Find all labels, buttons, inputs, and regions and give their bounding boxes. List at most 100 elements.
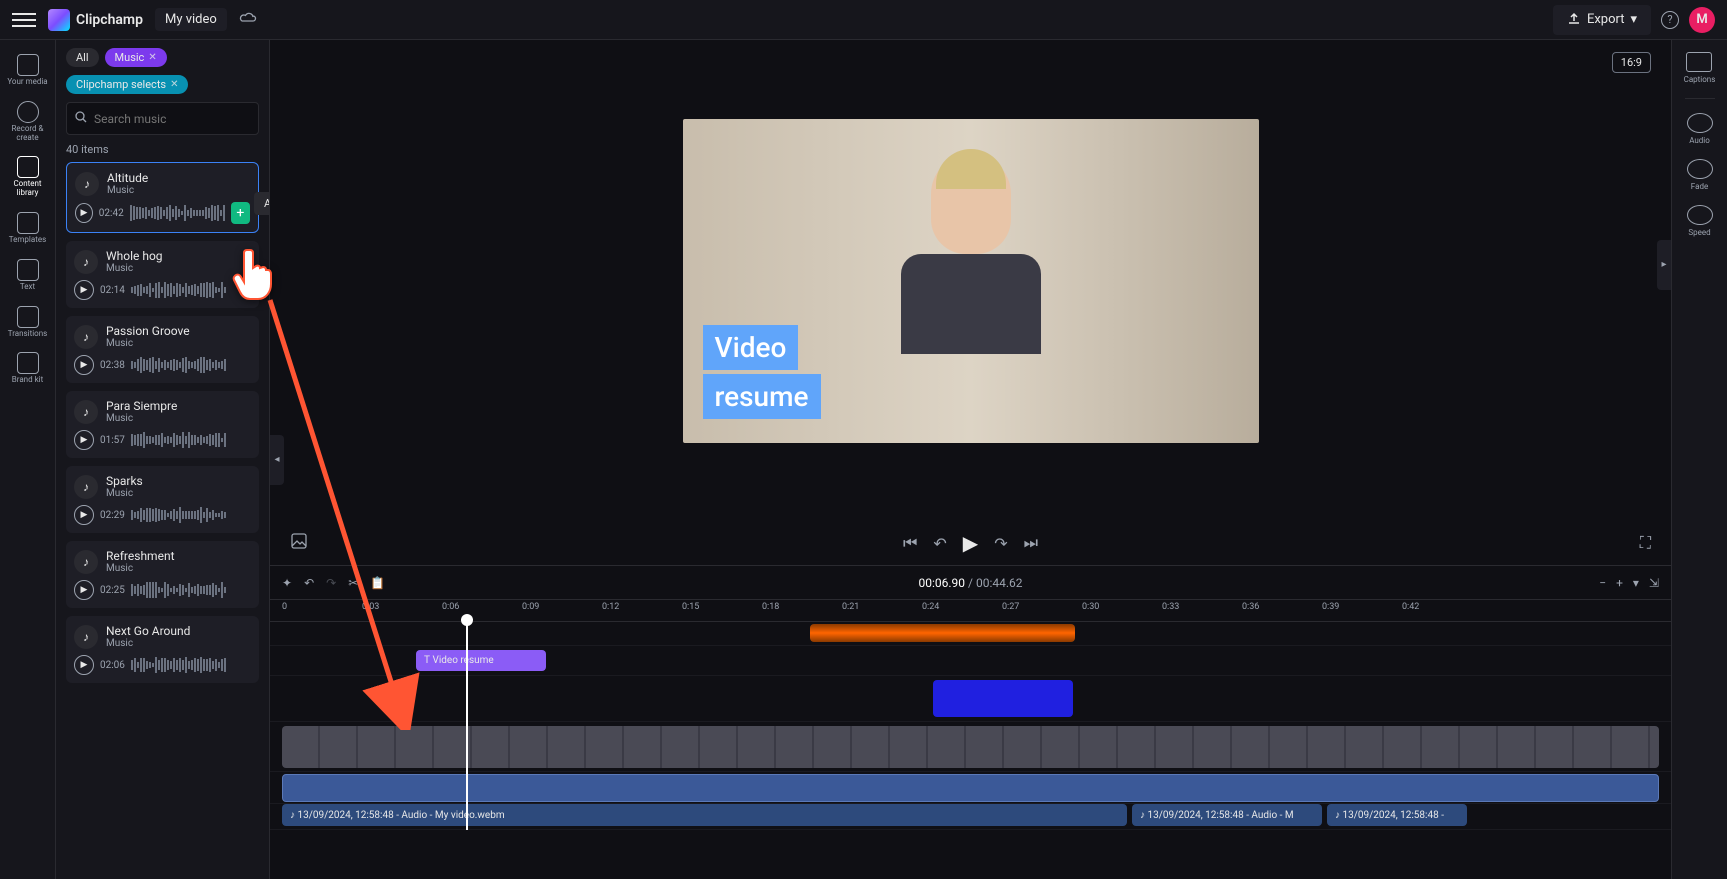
rewind-5-button[interactable]: ↶ xyxy=(933,534,946,553)
app-name: Clipchamp xyxy=(76,12,143,28)
add-to-timeline-button[interactable]: + xyxy=(231,202,250,224)
track-play-button[interactable]: ▶ xyxy=(74,655,94,675)
track-waveform xyxy=(131,656,251,674)
clip-blue-overlay[interactable] xyxy=(933,680,1073,717)
project-title[interactable]: My video xyxy=(155,8,227,31)
right-properties-rail: Captions Audio Fade Speed xyxy=(1671,40,1727,879)
ruler-tick: 0:42 xyxy=(1402,600,1482,621)
music-note-icon: ♪ xyxy=(290,810,295,821)
rail-record-create[interactable]: Record & create xyxy=(4,95,52,149)
music-note-icon: ♪ xyxy=(74,550,98,574)
fit-timeline-button[interactable]: ⇲ xyxy=(1649,576,1659,590)
track-play-button[interactable]: ▶ xyxy=(74,505,94,525)
rail-speed[interactable]: Speed xyxy=(1687,205,1713,237)
clip-audio-1[interactable]: ♪ 13/09/2024, 12:58:48 - Audio - My vide… xyxy=(282,804,1127,826)
ruler-tick: 0:24 xyxy=(922,600,1002,621)
clip-audio-3[interactable]: ♪ 13/09/2024, 12:58:48 - xyxy=(1327,804,1467,826)
ruler-tick: 0:15 xyxy=(682,600,762,621)
track-duration: 02:29 xyxy=(100,510,125,521)
audio-icon xyxy=(1687,113,1713,133)
clip-fire-overlay[interactable] xyxy=(810,624,1075,642)
clip-audio-2[interactable]: ♪ 13/09/2024, 12:58:48 - Audio - M xyxy=(1132,804,1322,826)
track-play-button[interactable]: ▶ xyxy=(75,203,93,223)
record-icon xyxy=(17,101,39,123)
fullscreen-button[interactable]: ⛶ xyxy=(1640,533,1651,552)
track-play-button[interactable]: ▶ xyxy=(74,580,94,600)
music-track-item[interactable]: ♪ Refreshment Music ▶ 02:25 xyxy=(66,541,259,608)
track-waveform xyxy=(131,581,251,599)
track-play-button[interactable]: ▶ xyxy=(74,430,94,450)
export-button[interactable]: Export ▾ xyxy=(1553,5,1651,35)
music-note-icon: ♪ xyxy=(74,250,98,274)
zoom-out-button[interactable]: − xyxy=(1599,576,1606,590)
rail-transitions[interactable]: Transitions xyxy=(4,300,52,345)
music-note-icon: ♪ xyxy=(1335,810,1340,821)
user-avatar[interactable]: M xyxy=(1689,7,1715,33)
annotation-pointer-hand xyxy=(230,245,280,317)
track-waveform xyxy=(131,506,251,524)
music-track-item[interactable]: ♪ Sparks Music ▶ 02:29 xyxy=(66,466,259,533)
zoom-in-button[interactable]: + xyxy=(1616,576,1623,590)
rail-fade[interactable]: Fade xyxy=(1687,159,1713,191)
captions-icon xyxy=(1686,52,1712,72)
track-title: Next Go Around xyxy=(106,624,190,638)
skip-back-button[interactable]: ⏮ xyxy=(903,533,917,553)
music-track-item[interactable]: ♪ Altitude Music ▶ 02:42 + xyxy=(66,162,259,233)
track-title: Para Siempre xyxy=(106,399,177,413)
help-button[interactable]: ? xyxy=(1661,11,1679,29)
rail-audio[interactable]: Audio xyxy=(1687,113,1713,145)
fade-icon xyxy=(1687,159,1713,179)
track-title: Altitude xyxy=(107,171,148,185)
menu-button[interactable] xyxy=(12,8,36,32)
filter-clipchamp-selects[interactable]: Clipchamp selects✕ xyxy=(66,75,188,94)
timeline[interactable]: 00:030:060:090:120:150:180:210:240:270:3… xyxy=(270,599,1671,879)
track-play-button[interactable]: ▶ xyxy=(74,280,94,300)
track-category: Music xyxy=(106,413,177,424)
rail-your-media[interactable]: Your media xyxy=(4,48,52,93)
rail-content-library[interactable]: Content library xyxy=(4,150,52,204)
app-logo[interactable]: Clipchamp xyxy=(48,9,143,31)
timeline-options-button[interactable]: ▾ xyxy=(1633,576,1639,590)
aspect-ratio-button[interactable]: 16:9 xyxy=(1612,52,1651,73)
ruler-tick: 0:21 xyxy=(842,600,922,621)
track-duration: 02:06 xyxy=(100,660,125,671)
track-category: Music xyxy=(106,638,190,649)
playhead[interactable] xyxy=(466,622,468,830)
skip-forward-button[interactable]: ⏭ xyxy=(1024,533,1038,553)
music-track-item[interactable]: ♪ Passion Groove Music ▶ 02:38 xyxy=(66,316,259,383)
track-play-button[interactable]: ▶ xyxy=(74,355,94,375)
speed-icon xyxy=(1687,205,1713,225)
library-icon xyxy=(17,156,39,178)
track-duration: 02:42 xyxy=(99,208,124,219)
media-icon xyxy=(17,54,39,76)
search-music-input[interactable] xyxy=(66,102,259,135)
close-icon[interactable]: ✕ xyxy=(148,52,156,63)
brand-kit-icon xyxy=(17,352,39,374)
rail-brand-kit[interactable]: Brand kit xyxy=(4,346,52,391)
forward-5-button[interactable]: ↷ xyxy=(994,534,1007,553)
clipchamp-logo-icon xyxy=(48,9,70,31)
music-track-item[interactable]: ♪ Next Go Around Music ▶ 02:06 xyxy=(66,616,259,683)
rail-text[interactable]: Text xyxy=(4,253,52,298)
timeline-ruler[interactable]: 00:030:060:090:120:150:180:210:240:270:3… xyxy=(270,600,1671,622)
ruler-tick: 0:18 xyxy=(762,600,842,621)
filter-music[interactable]: Music✕ xyxy=(105,48,167,67)
music-note-icon: ♪ xyxy=(75,172,99,196)
clip-main-video[interactable] xyxy=(282,726,1659,768)
rail-captions[interactable]: Captions xyxy=(1684,52,1716,84)
text-icon xyxy=(17,259,39,281)
music-track-item[interactable]: ♪ Para Siempre Music ▶ 01:57 xyxy=(66,391,259,458)
close-icon[interactable]: ✕ xyxy=(170,79,178,90)
upload-icon xyxy=(1567,11,1581,29)
clip-audio-waveform[interactable] xyxy=(282,774,1659,802)
rail-templates[interactable]: Templates xyxy=(4,206,52,251)
filter-all[interactable]: All xyxy=(66,48,99,67)
annotation-arrow xyxy=(260,290,440,730)
search-field[interactable] xyxy=(94,112,250,126)
video-preview[interactable]: Video resume xyxy=(683,119,1259,443)
ruler-tick: 0:27 xyxy=(1002,600,1082,621)
play-button[interactable]: ▶ xyxy=(963,531,978,555)
track-title: Sparks xyxy=(106,474,143,488)
sync-icon[interactable] xyxy=(239,10,257,29)
panel-collapse-right[interactable]: ▸ xyxy=(1657,240,1671,290)
